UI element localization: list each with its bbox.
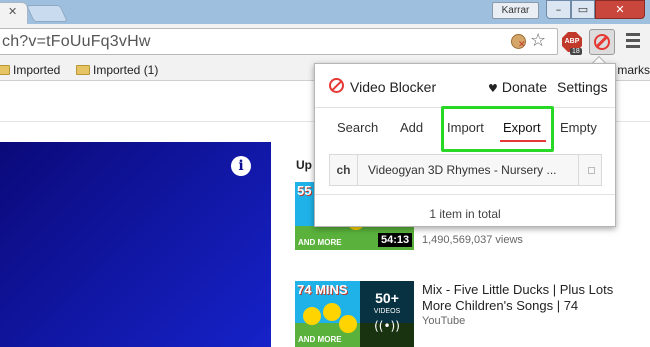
folder-icon xyxy=(76,65,90,75)
browser-tab[interactable]: ✕ xyxy=(0,2,28,24)
video-player[interactable] xyxy=(0,142,271,347)
new-tab-button[interactable] xyxy=(26,5,68,22)
title-bar: ✕ Karrar – ▭ ✕ xyxy=(0,0,650,24)
tab-search[interactable]: Search xyxy=(337,120,378,135)
info-icon[interactable]: i xyxy=(231,156,251,176)
video-blocker-extension-button[interactable] xyxy=(589,29,615,55)
tab-close-icon[interactable]: ✕ xyxy=(8,5,17,18)
entry-value: Videogyan 3D Rhymes - Nursery ... xyxy=(368,163,557,177)
bookmark-folder[interactable]: Imported xyxy=(0,62,60,78)
playlist-label: VIDEOS xyxy=(373,308,401,315)
entry-type-badge: ch xyxy=(330,155,358,185)
thumb-caption: AND MORE xyxy=(298,238,342,247)
popup-title: Video Blocker xyxy=(350,79,437,95)
address-bar[interactable]: ch?v=tFoUuFq3vHw ☆ xyxy=(0,28,558,55)
url-text[interactable]: ch?v=tFoUuFq3vHw xyxy=(2,33,151,51)
maximize-button[interactable]: ▭ xyxy=(571,0,595,19)
minimize-button[interactable]: – xyxy=(546,0,571,19)
video-blocker-logo-icon xyxy=(329,78,344,93)
video-duration: 54:13 xyxy=(378,233,413,247)
video-channel: YouTube xyxy=(422,315,466,327)
thumb-minutes: 55 xyxy=(297,183,312,198)
thumb-minutes: 74 MINS xyxy=(297,282,348,297)
profile-button[interactable]: Karrar xyxy=(492,2,539,19)
popup-footer: 1 item in total xyxy=(315,194,615,227)
playlist-icon: ((•)) xyxy=(374,319,400,333)
star-icon[interactable]: ☆ xyxy=(530,30,546,51)
heart-icon: ♥ xyxy=(488,82,498,95)
tab-add[interactable]: Add xyxy=(400,120,423,135)
video-blocker-popup: Video Blocker ♥ Donate Settings Search Ad… xyxy=(314,63,616,227)
playlist-count: 50+ xyxy=(375,290,399,306)
item-count: 1 item in total xyxy=(429,207,501,221)
duck-figure xyxy=(303,307,321,325)
tab-empty[interactable]: Empty xyxy=(560,120,597,135)
highlight-box xyxy=(441,106,554,152)
cookie-icon[interactable] xyxy=(511,34,526,50)
video-title-link[interactable]: Mix - Five Little Ducks | Plus Lots More… xyxy=(422,282,622,314)
duck-figure xyxy=(323,303,341,321)
other-bookmarks[interactable]: marks xyxy=(617,62,650,78)
settings-link[interactable]: Settings xyxy=(557,79,608,95)
video-views: 1,490,569,037 views xyxy=(422,234,523,246)
abp-badge: 18 xyxy=(570,48,582,55)
playlist-overlay[interactable]: 50+ VIDEOS ((•)) xyxy=(360,281,414,347)
donate-link[interactable]: ♥ Donate xyxy=(488,79,547,95)
duck-figure xyxy=(339,315,357,333)
popup-header: Video Blocker ♥ Donate Settings xyxy=(315,64,615,108)
video-blocker-icon xyxy=(594,34,610,50)
close-window-button[interactable]: ✕ xyxy=(595,0,645,19)
entry-remove-button[interactable] xyxy=(578,155,602,185)
toolbar: ch?v=tFoUuFq3vHw ☆ ABP 18 xyxy=(0,24,650,59)
bookmark-folder[interactable]: Imported (1) xyxy=(76,62,158,78)
blocked-entry: ch Videogyan 3D Rhymes - Nursery ... xyxy=(329,154,602,186)
thumb-caption: AND MORE xyxy=(298,335,342,344)
folder-icon xyxy=(0,65,10,75)
menu-icon[interactable] xyxy=(626,33,640,51)
